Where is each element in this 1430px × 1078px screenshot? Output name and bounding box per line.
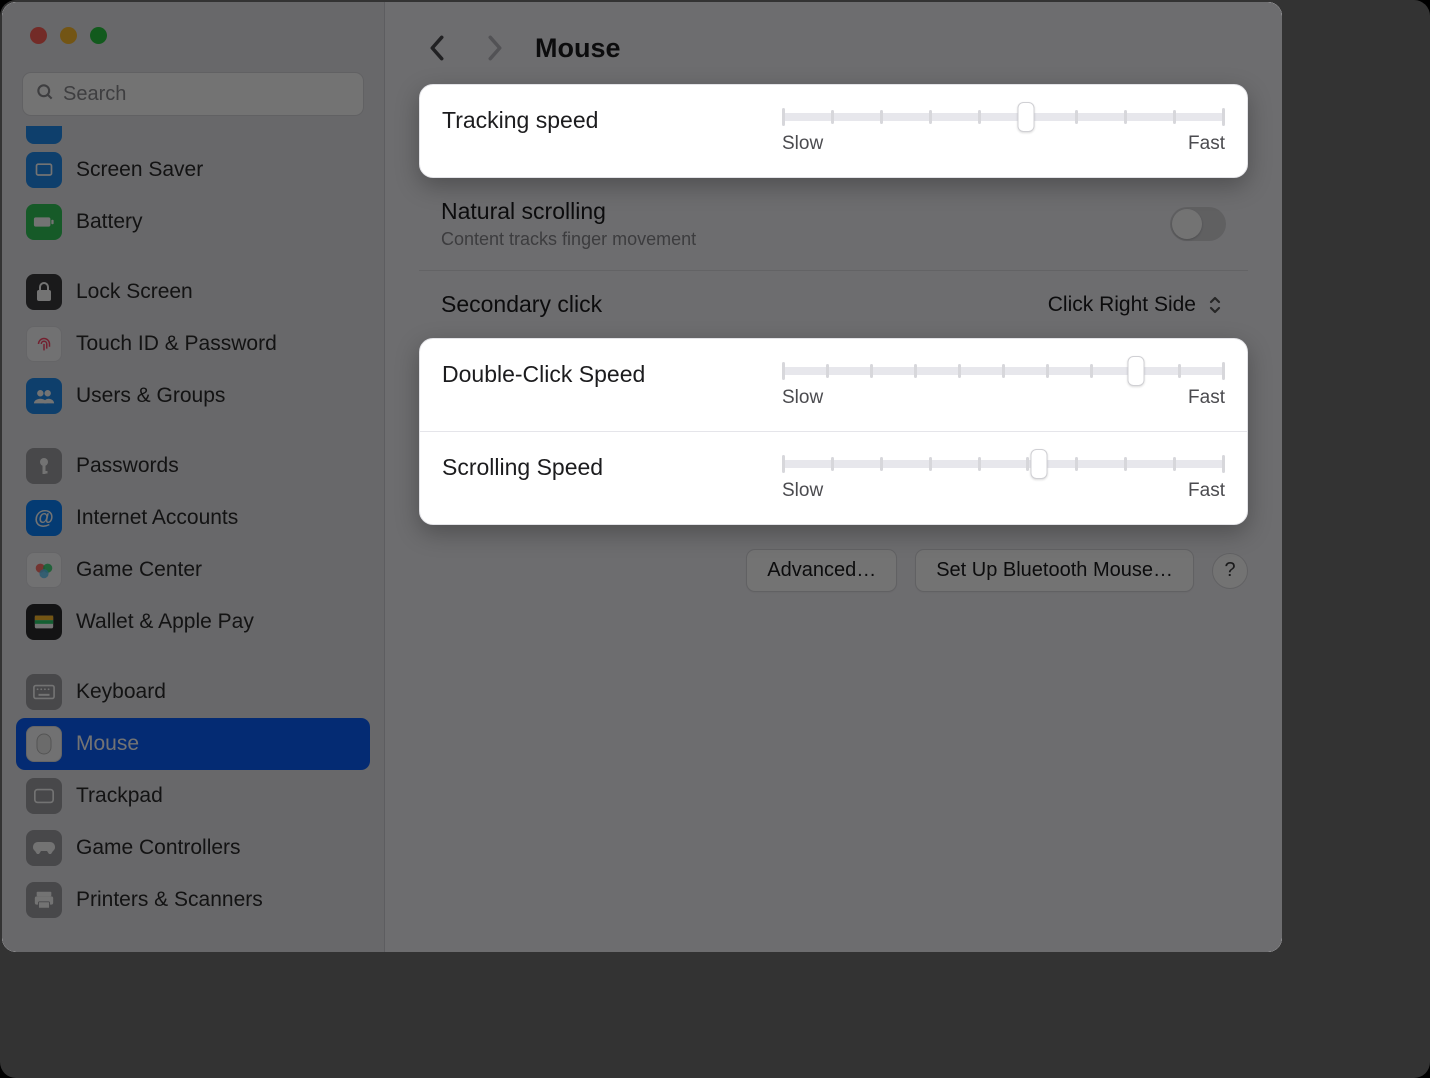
middle-settings-group: Natural scrolling Content tracks finger … bbox=[419, 178, 1248, 338]
sidebar-item-label: Keyboard bbox=[76, 680, 166, 704]
slider-high-label: Fast bbox=[1188, 480, 1225, 502]
tracking-speed-slider[interactable] bbox=[782, 113, 1225, 121]
natural-scrolling-row: Natural scrolling Content tracks finger … bbox=[419, 178, 1248, 270]
secondary-click-label: Secondary click bbox=[441, 291, 1048, 318]
natural-scrolling-sub: Content tracks finger movement bbox=[441, 229, 1170, 250]
fingerprint-icon bbox=[26, 326, 62, 362]
slider-low-label: Slow bbox=[782, 480, 823, 502]
sidebar-item-label: Printers & Scanners bbox=[76, 888, 263, 912]
back-button[interactable] bbox=[419, 30, 455, 66]
keyboard-icon bbox=[26, 674, 62, 710]
scrolling-speed-label: Scrolling Speed bbox=[442, 454, 782, 481]
search-input[interactable] bbox=[63, 83, 351, 106]
sidebar-item-partial[interactable] bbox=[26, 126, 360, 144]
slider-ticks bbox=[782, 457, 1225, 471]
at-icon: @ bbox=[26, 500, 62, 536]
sidebar-item-label: Battery bbox=[76, 210, 143, 234]
display-icon bbox=[26, 126, 62, 144]
advanced-button[interactable]: Advanced… bbox=[746, 549, 897, 592]
sidebar-item-battery[interactable]: Battery bbox=[16, 196, 370, 248]
wallet-icon bbox=[26, 604, 62, 640]
sidebar-item-label: Mouse bbox=[76, 732, 139, 756]
sidebar-item-label: Lock Screen bbox=[76, 280, 193, 304]
sidebar-item-label: Game Center bbox=[76, 558, 202, 582]
tracking-speed-card: Tracking speed Slow Fast bbox=[419, 84, 1248, 178]
double-click-label: Double-Click Speed bbox=[442, 361, 782, 388]
sidebar-item-label: Screen Saver bbox=[76, 158, 203, 182]
slider-thumb[interactable] bbox=[1030, 449, 1047, 479]
slider-ticks bbox=[782, 364, 1225, 378]
sidebar-item-label: Game Controllers bbox=[76, 836, 241, 860]
main-pane: Mouse Tracking speed Slow bbox=[385, 2, 1282, 952]
double-click-slider[interactable] bbox=[782, 367, 1225, 375]
sidebar-item-lock-screen[interactable]: Lock Screen bbox=[16, 266, 370, 318]
slider-high-label: Fast bbox=[1188, 133, 1225, 155]
slider-thumb[interactable] bbox=[1017, 102, 1034, 132]
mouse-icon bbox=[26, 726, 62, 762]
sidebar-item-touch-id[interactable]: Touch ID & Password bbox=[16, 318, 370, 370]
sidebar-item-game-center[interactable]: Game Center bbox=[16, 544, 370, 596]
sidebar-item-label: Trackpad bbox=[76, 784, 163, 808]
sidebar-item-wallet[interactable]: Wallet & Apple Pay bbox=[16, 596, 370, 648]
sidebar-item-passwords[interactable]: Passwords bbox=[16, 440, 370, 492]
help-button[interactable]: ? bbox=[1212, 553, 1248, 589]
sidebar: Screen Saver Battery Lock Screen Touch bbox=[2, 2, 385, 952]
window-controls bbox=[2, 2, 384, 44]
natural-scrolling-label: Natural scrolling bbox=[441, 198, 1170, 225]
close-window-button[interactable] bbox=[30, 27, 47, 44]
settings-window: Screen Saver Battery Lock Screen Touch bbox=[2, 2, 1282, 952]
zoom-window-button[interactable] bbox=[90, 27, 107, 44]
minimize-window-button[interactable] bbox=[60, 27, 77, 44]
scrolling-speed-slider[interactable] bbox=[782, 460, 1225, 468]
search-field[interactable] bbox=[22, 72, 364, 116]
speed-card: Double-Click Speed Slow Fast bbox=[419, 338, 1248, 525]
sidebar-item-keyboard[interactable]: Keyboard bbox=[16, 666, 370, 718]
sidebar-list[interactable]: Screen Saver Battery Lock Screen Touch bbox=[2, 126, 384, 952]
trackpad-icon bbox=[26, 778, 62, 814]
printer-icon bbox=[26, 882, 62, 918]
controller-icon bbox=[26, 830, 62, 866]
sidebar-item-label: Users & Groups bbox=[76, 384, 225, 408]
slider-low-label: Slow bbox=[782, 387, 823, 409]
search-icon bbox=[35, 82, 63, 107]
gamecenter-icon bbox=[26, 552, 62, 588]
tracking-speed-label: Tracking speed bbox=[442, 107, 782, 134]
sidebar-item-label: Internet Accounts bbox=[76, 506, 238, 530]
setup-bluetooth-button[interactable]: Set Up Bluetooth Mouse… bbox=[915, 549, 1194, 592]
bottom-button-row: Advanced… Set Up Bluetooth Mouse… ? bbox=[419, 525, 1248, 616]
sidebar-item-mouse[interactable]: Mouse bbox=[16, 718, 370, 770]
secondary-click-popup[interactable]: Click Right Side bbox=[1048, 292, 1226, 318]
key-icon bbox=[26, 448, 62, 484]
sidebar-item-internet-accounts[interactable]: @ Internet Accounts bbox=[16, 492, 370, 544]
sidebar-item-label: Touch ID & Password bbox=[76, 332, 277, 356]
sidebar-item-label: Wallet & Apple Pay bbox=[76, 610, 254, 634]
toggle-knob bbox=[1172, 209, 1202, 239]
sidebar-item-printers[interactable]: Printers & Scanners bbox=[16, 874, 370, 926]
sidebar-item-screen-saver[interactable]: Screen Saver bbox=[16, 144, 370, 196]
sidebar-item-label: Passwords bbox=[76, 454, 179, 478]
natural-scrolling-toggle[interactable] bbox=[1170, 207, 1226, 241]
page-title: Mouse bbox=[535, 33, 621, 64]
chevron-up-down-icon bbox=[1204, 292, 1226, 318]
forward-button[interactable] bbox=[477, 30, 513, 66]
users-icon bbox=[26, 378, 62, 414]
sidebar-item-users-groups[interactable]: Users & Groups bbox=[16, 370, 370, 422]
secondary-click-value: Click Right Side bbox=[1048, 293, 1196, 317]
slider-ticks bbox=[782, 110, 1225, 124]
sidebar-item-trackpad[interactable]: Trackpad bbox=[16, 770, 370, 822]
sidebar-item-game-controllers[interactable]: Game Controllers bbox=[16, 822, 370, 874]
screensaver-icon bbox=[26, 152, 62, 188]
main-header: Mouse bbox=[385, 2, 1282, 84]
battery-icon bbox=[26, 204, 62, 240]
slider-high-label: Fast bbox=[1188, 387, 1225, 409]
secondary-click-row: Secondary click Click Right Side bbox=[419, 270, 1248, 338]
slider-low-label: Slow bbox=[782, 133, 823, 155]
slider-thumb[interactable] bbox=[1128, 356, 1145, 386]
lock-icon bbox=[26, 274, 62, 310]
